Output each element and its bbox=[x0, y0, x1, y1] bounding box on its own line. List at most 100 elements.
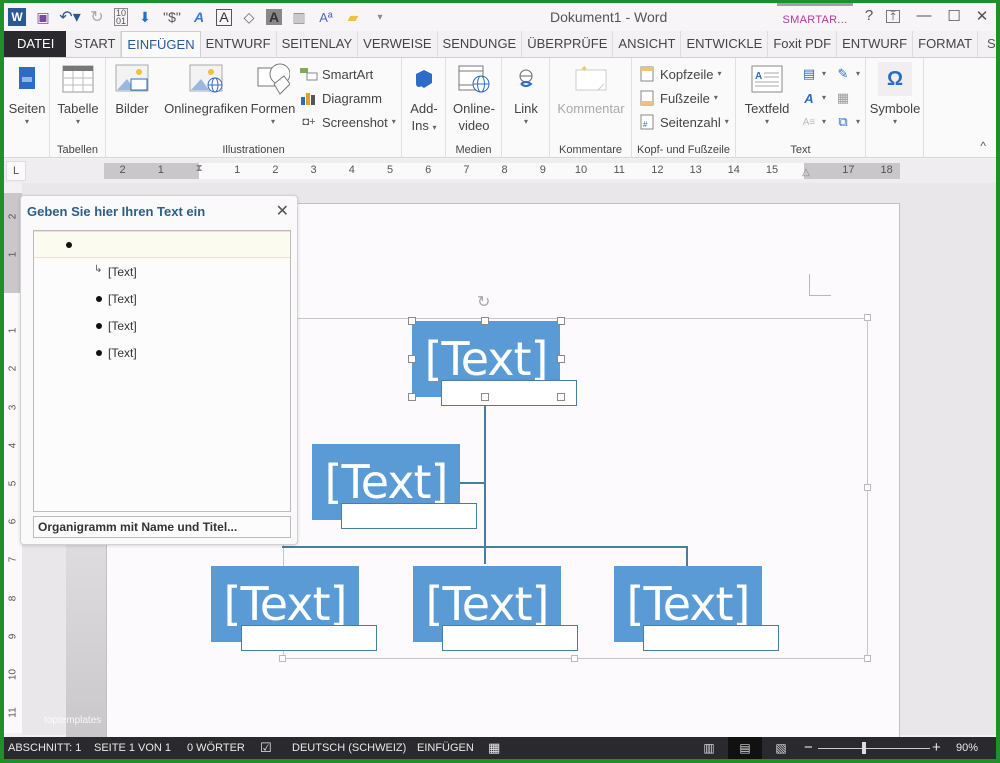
minimize-button[interactable]: — bbox=[914, 7, 934, 24]
columns-icon[interactable]: ▥ bbox=[289, 7, 309, 27]
save-icon[interactable]: ▣ bbox=[33, 7, 53, 27]
rotate-handle-icon[interactable]: ↻ bbox=[477, 292, 490, 312]
tab-smartart-entwurf[interactable]: ENTWURF bbox=[837, 31, 914, 57]
datum-uhrzeit-button[interactable]: ▦ bbox=[834, 90, 852, 106]
fill-color-icon[interactable]: ◇ bbox=[239, 7, 259, 27]
indent-marker[interactable]: ⧗ bbox=[194, 163, 204, 179]
status-section[interactable]: ABSCHNITT: 1 bbox=[8, 742, 81, 754]
org-node-child-3-title[interactable] bbox=[643, 625, 779, 651]
redo-icon[interactable]: ↻ bbox=[87, 7, 107, 27]
frame-handle[interactable] bbox=[864, 484, 871, 491]
selection-handle[interactable] bbox=[557, 317, 565, 325]
selection-handle[interactable] bbox=[557, 355, 565, 363]
tab-datei[interactable]: DATEI bbox=[4, 31, 66, 57]
tab-foxit-pdf[interactable]: Foxit PDF bbox=[768, 31, 838, 57]
highlight-a-icon[interactable]: A bbox=[266, 9, 282, 25]
text-pane-item[interactable]: [Text] bbox=[34, 340, 290, 367]
status-page[interactable]: SEITE 1 VON 1 bbox=[94, 742, 171, 754]
maximize-button[interactable]: ☐ bbox=[944, 7, 964, 25]
word-logo-icon[interactable]: W bbox=[8, 8, 26, 26]
org-node-child-1-title[interactable] bbox=[241, 625, 377, 651]
selection-handle[interactable] bbox=[408, 393, 416, 401]
frame-handle[interactable] bbox=[571, 655, 578, 662]
smartart-button[interactable]: SmartArt bbox=[300, 66, 373, 82]
undo-icon[interactable]: ↶▾ bbox=[59, 7, 80, 27]
wordart-button[interactable]: A ▾ bbox=[800, 90, 826, 106]
ribbon-display-options-icon[interactable]: ⤒ bbox=[886, 10, 900, 23]
customize-qat-icon[interactable]: ▾ bbox=[370, 7, 390, 27]
frame-handle[interactable] bbox=[864, 314, 871, 321]
frame-handle[interactable] bbox=[864, 655, 871, 662]
open-folder-icon[interactable]: ▰ bbox=[343, 7, 363, 27]
print-layout-icon[interactable]: ▤ bbox=[728, 737, 762, 759]
status-language[interactable]: DEUTSCH (SCHWEIZ) bbox=[292, 742, 406, 754]
text-effect-icon[interactable]: A bbox=[189, 7, 209, 27]
seitenzahl-button[interactable]: # Seitenzahl ▾ bbox=[638, 114, 729, 130]
formen-button[interactable]: Formen ▾ bbox=[248, 62, 298, 127]
tab-smartart-format[interactable]: FORMAT bbox=[913, 31, 979, 57]
tab-seitenlayout[interactable]: SEITENLAY bbox=[277, 31, 359, 57]
download-icon[interactable]: ⬇ bbox=[135, 7, 155, 27]
tab-sendungen[interactable]: SENDUNGE bbox=[438, 31, 523, 57]
onlinegrafiken-button[interactable]: Onlinegrafiken bbox=[156, 62, 256, 117]
schnellbausteine-button[interactable]: ▤ ▾ bbox=[800, 66, 826, 82]
binary-icon[interactable]: 10 01 bbox=[114, 8, 128, 26]
org-node-child-2-title[interactable] bbox=[442, 625, 578, 651]
text-pane-item[interactable] bbox=[34, 231, 290, 258]
web-layout-icon[interactable]: ▧ bbox=[768, 737, 794, 759]
signaturzeile-button[interactable]: ✎ ▾ bbox=[834, 66, 860, 82]
tab-start[interactable]: START bbox=[66, 31, 122, 57]
tab-einfuegen[interactable]: EINFÜGEN bbox=[121, 31, 201, 57]
org-node-assistant-title[interactable] bbox=[341, 503, 477, 529]
currency-icon[interactable]: "$" bbox=[162, 7, 182, 27]
zoom-in-button[interactable]: + bbox=[932, 739, 941, 756]
link-button[interactable]: Link ▾ bbox=[506, 62, 546, 127]
macro-record-icon[interactable]: ▦ bbox=[488, 740, 500, 756]
close-button[interactable]: ✕ bbox=[972, 7, 992, 25]
help-button[interactable]: ? bbox=[859, 7, 879, 24]
zoom-level[interactable]: 90% bbox=[956, 742, 978, 754]
text-pane-layout-description[interactable]: Organigramm mit Name und Titel... bbox=[33, 516, 291, 538]
fusszeile-button[interactable]: Fußzeile ▾ bbox=[638, 90, 718, 106]
font-size-icon[interactable]: Aª bbox=[316, 7, 336, 27]
text-pane-list[interactable]: ↳ [Text] [Text] [Text] [Text] bbox=[33, 230, 291, 512]
selection-handle[interactable] bbox=[481, 393, 489, 401]
read-mode-icon[interactable]: ▥ bbox=[696, 737, 722, 759]
bilder-button[interactable]: Bilder bbox=[112, 62, 152, 117]
kommentar-button[interactable]: ✦ Kommentar bbox=[554, 62, 628, 117]
zoom-slider-thumb[interactable] bbox=[861, 742, 866, 754]
frame-handle[interactable] bbox=[279, 655, 286, 662]
tab-ueberpruefen[interactable]: ÜBERPRÜFE bbox=[522, 31, 614, 57]
addins-button[interactable]: Add- Ins ▾ bbox=[404, 62, 444, 134]
zoom-slider-track[interactable] bbox=[818, 748, 930, 749]
diagramm-button[interactable]: Diagramm bbox=[300, 90, 382, 106]
status-word-count[interactable]: 0 WÖRTER bbox=[187, 742, 245, 754]
tab-ansicht[interactable]: ANSICHT bbox=[613, 31, 682, 57]
symbole-button[interactable]: Ω Symbole ▾ bbox=[870, 62, 920, 127]
text-pane-item[interactable]: [Text] bbox=[34, 313, 290, 340]
text-pane-close-button[interactable]: ✕ bbox=[276, 201, 289, 221]
proofing-icon[interactable]: ☑ bbox=[260, 740, 272, 756]
seiten-button[interactable]: Seiten ▾ bbox=[6, 62, 48, 127]
selection-handle[interactable] bbox=[408, 317, 416, 325]
text-pane-item[interactable]: ↳ [Text] bbox=[34, 259, 290, 286]
onlinevideo-button[interactable]: Online-video bbox=[450, 62, 498, 134]
selection-handle[interactable] bbox=[408, 355, 416, 363]
kopfzeile-button[interactable]: Kopfzeile ▾ bbox=[638, 66, 722, 82]
user-account-menu[interactable]: Salvisber... ▾ bbox=[982, 31, 996, 57]
right-indent-marker[interactable]: △ bbox=[801, 167, 811, 179]
zoom-out-button[interactable]: − bbox=[804, 739, 813, 756]
initiale-button[interactable]: A≡ ▾ bbox=[800, 114, 826, 130]
status-insert-mode[interactable]: EINFÜGEN bbox=[417, 742, 474, 754]
textfeld-button[interactable]: A Textfeld ▾ bbox=[742, 62, 792, 127]
selection-handle[interactable] bbox=[557, 393, 565, 401]
selection-handle[interactable] bbox=[481, 317, 489, 325]
tab-entwicklertools[interactable]: ENTWICKLE bbox=[681, 31, 769, 57]
screenshot-button[interactable]: ◘+ Screenshot ▾ bbox=[300, 114, 395, 130]
tab-verweise[interactable]: VERWEISE bbox=[358, 31, 438, 57]
tab-stop-selector[interactable]: L bbox=[6, 161, 26, 181]
horizontal-ruler[interactable]: ⧗ △ 2 1 1 2 3 4 5 6 7 8 9 10 11 12 13 14 15 17 18 bbox=[104, 163, 900, 179]
collapse-ribbon-button[interactable]: ^ bbox=[980, 139, 986, 153]
tab-entwurf[interactable]: ENTWURF bbox=[201, 31, 277, 57]
text-box-icon[interactable]: A bbox=[216, 8, 232, 26]
